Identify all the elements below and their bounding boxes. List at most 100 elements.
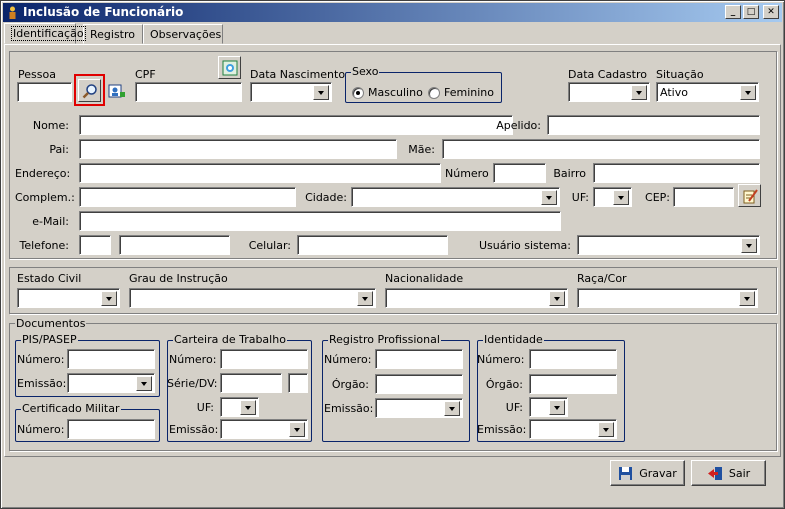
app-icon — [9, 6, 16, 19]
chevron-down-icon[interactable] — [740, 85, 756, 100]
radio-circle[interactable] — [428, 86, 440, 99]
apelido-label: Apelido: — [496, 119, 541, 132]
identidade-uf-select[interactable] — [529, 397, 568, 417]
grau-instrucao-select[interactable] — [129, 288, 376, 308]
militar-numero-input[interactable] — [67, 419, 155, 439]
apelido-input[interactable] — [547, 115, 760, 135]
registro-emissao-select[interactable] — [375, 398, 463, 418]
nacionalidade-select[interactable] — [385, 288, 568, 308]
data-cadastro-label: Data Cadastro — [568, 68, 647, 81]
estado-civil-select[interactable] — [17, 288, 120, 308]
situacao-select[interactable]: Ativo — [656, 82, 759, 102]
chevron-down-icon[interactable] — [739, 291, 755, 306]
chevron-down-icon[interactable] — [357, 291, 373, 306]
chevron-down-icon[interactable] — [101, 291, 117, 306]
tab-label: Identificação — [11, 26, 86, 41]
sair-button[interactable]: Sair — [691, 460, 766, 486]
chevron-down-icon[interactable] — [444, 401, 460, 416]
tab-observacoes[interactable]: Observações — [143, 24, 223, 44]
mae-input[interactable] — [442, 139, 760, 159]
militar-legend: Certificado Militar — [21, 402, 121, 415]
nome-input[interactable] — [79, 115, 513, 135]
title-bar[interactable]: Inclusão de Funcionário _ □ ✕ — [3, 3, 782, 22]
chevron-down-icon[interactable] — [631, 85, 647, 100]
celular-input[interactable] — [297, 235, 448, 255]
numero-label: Número — [445, 167, 489, 180]
photo-button[interactable] — [218, 56, 241, 79]
pai-input[interactable] — [79, 139, 397, 159]
registro-orgao-input[interactable] — [375, 374, 463, 394]
numero-input[interactable] — [493, 163, 546, 183]
identidade-orgao-input[interactable] — [529, 374, 617, 394]
data-nascimento-select[interactable] — [250, 82, 332, 102]
telefone-ddd-input[interactable] — [79, 235, 111, 255]
complemento-label: Complem.: — [15, 191, 75, 204]
photo-icon — [222, 60, 237, 75]
cidade-select[interactable] — [351, 187, 560, 207]
chevron-down-icon[interactable] — [741, 238, 757, 253]
main-window: Inclusão de Funcionário _ □ ✕ Identifica… — [0, 0, 785, 509]
chevron-down-icon[interactable] — [549, 291, 565, 306]
chevron-down-icon[interactable] — [613, 190, 629, 205]
tab-registro[interactable]: Registro — [83, 24, 143, 44]
bairro-input[interactable] — [593, 163, 760, 183]
maximize-button[interactable]: □ — [743, 5, 759, 19]
carteira-dv-input[interactable] — [288, 373, 308, 393]
chevron-down-icon[interactable] — [240, 400, 256, 415]
cep-input[interactable] — [673, 187, 734, 207]
radio-masculino[interactable]: Masculino — [352, 86, 423, 99]
pis-emissao-select[interactable] — [67, 373, 155, 393]
identidade-legend: Identidade — [483, 333, 544, 346]
tab-identificacao[interactable]: Identificação — [4, 23, 86, 44]
usuario-sistema-select[interactable] — [577, 235, 760, 255]
email-label: e-Mail: — [32, 215, 69, 228]
carteira-emissao-select[interactable] — [220, 419, 308, 439]
chevron-down-icon[interactable] — [541, 190, 557, 205]
chevron-down-icon[interactable] — [313, 85, 329, 100]
person-card-button[interactable] — [105, 79, 128, 102]
carteira-legend: Carteira de Trabalho — [173, 333, 287, 346]
chevron-down-icon[interactable] — [136, 376, 152, 391]
cpf-label: CPF — [135, 68, 156, 81]
raca-cor-select[interactable] — [577, 288, 758, 308]
chevron-down-icon[interactable] — [289, 422, 305, 437]
registro-emissao-label: Emissão: — [324, 402, 374, 415]
carteira-uf-select[interactable] — [220, 397, 259, 417]
situacao-label: Situação — [656, 68, 704, 81]
cep-lookup-button[interactable] — [738, 184, 761, 207]
uf-select[interactable] — [593, 187, 632, 207]
gravar-label: Gravar — [639, 466, 677, 480]
carteira-numero-input[interactable] — [220, 349, 308, 369]
registro-numero-input[interactable] — [375, 349, 463, 369]
carteira-uf-label: UF: — [196, 401, 214, 414]
endereco-input[interactable] — [79, 163, 441, 183]
radio-feminino[interactable]: Feminino — [428, 86, 494, 99]
search-button[interactable] — [78, 79, 101, 102]
telefone-input[interactable] — [119, 235, 230, 255]
registro-legend: Registro Profissional — [328, 333, 441, 346]
person-card-icon — [108, 84, 125, 97]
pessoa-input[interactable] — [17, 82, 72, 102]
data-cadastro-select[interactable] — [568, 82, 650, 102]
identidade-emissao-select[interactable] — [529, 419, 617, 439]
radio-circle-checked[interactable] — [352, 86, 364, 99]
gravar-button[interactable]: Gravar — [610, 460, 685, 486]
complemento-input[interactable] — [79, 187, 296, 207]
pai-label: Pai: — [49, 143, 69, 156]
email-input[interactable] — [79, 211, 561, 231]
chevron-down-icon[interactable] — [549, 400, 565, 415]
carteira-emissao-label: Emissão: — [169, 423, 219, 436]
cpf-input[interactable] — [135, 82, 242, 102]
minimize-button[interactable]: _ — [725, 5, 741, 19]
pis-numero-input[interactable] — [67, 349, 155, 369]
pis-numero-label: Número: — [17, 353, 65, 366]
chevron-down-icon[interactable] — [598, 422, 614, 437]
cep-label: CEP: — [645, 191, 670, 204]
bairro-label: Bairro — [553, 167, 586, 180]
carteira-serie-input[interactable] — [220, 373, 282, 393]
identidade-numero-input[interactable] — [529, 349, 617, 369]
telefone-label: Telefone: — [19, 239, 70, 252]
masculino-label: Masculino — [368, 86, 423, 99]
close-button[interactable]: ✕ — [763, 5, 779, 19]
estado-civil-label: Estado Civil — [17, 272, 82, 285]
